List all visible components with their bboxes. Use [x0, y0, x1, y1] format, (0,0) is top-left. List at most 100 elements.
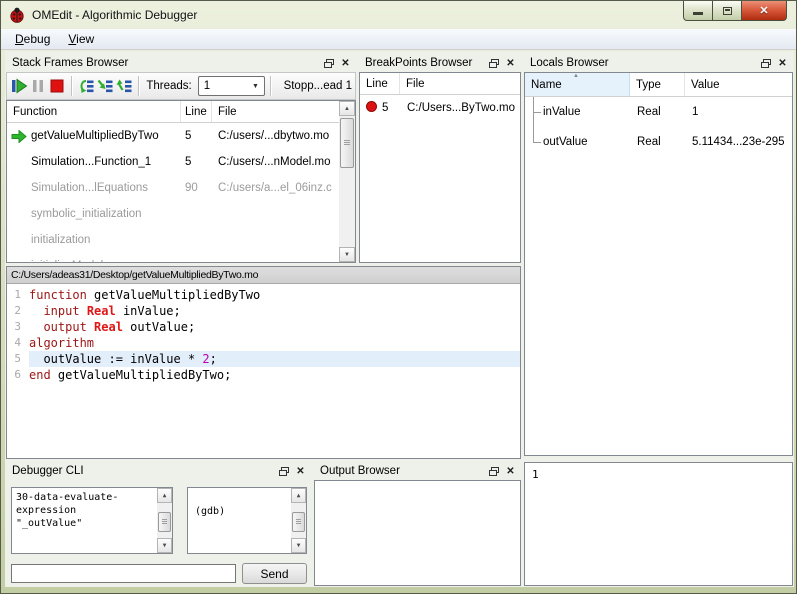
function-name: symbolic_initialization: [31, 208, 142, 220]
close-panel-button[interactable]: ✕: [502, 464, 519, 479]
output-browser-titlebar[interactable]: Output Browser ✕: [314, 462, 521, 480]
locals-row[interactable]: outValue Real 5.11434...23e-295: [525, 127, 792, 157]
column-value[interactable]: Value: [685, 73, 792, 96]
line-number[interactable]: 3: [7, 319, 29, 335]
locals-titlebar[interactable]: Locals Browser ✕: [524, 54, 793, 72]
close-panel-button[interactable]: ✕: [502, 56, 519, 71]
close-icon: ✕: [341, 57, 350, 69]
code-token: Real: [86, 304, 116, 318]
scroll-up-icon[interactable]: ▲: [157, 488, 172, 503]
line-number[interactable]: 4: [7, 335, 29, 351]
step-return-button[interactable]: [115, 74, 133, 98]
cli-command-input[interactable]: [11, 564, 236, 583]
code-editor[interactable]: C:/Users/adeas31/Desktop/getValueMultipl…: [6, 266, 521, 459]
stack-frames-scrollbar[interactable]: ▲ ▼: [339, 101, 355, 262]
code-token: outValue;: [122, 320, 196, 334]
stack-frame-row[interactable]: symbolic_initialization: [7, 201, 339, 227]
function-name: initialization: [31, 234, 91, 246]
maximize-button[interactable]: [713, 1, 741, 21]
sort-asc-icon: ▲: [573, 73, 579, 79]
scrollbar-thumb[interactable]: [158, 512, 171, 532]
scroll-up-icon[interactable]: ▲: [339, 101, 355, 116]
stack-frames-header: Function Line File: [7, 101, 339, 123]
minimize-button[interactable]: [683, 1, 713, 21]
code-token: 2: [202, 352, 210, 366]
close-icon: ✕: [296, 465, 305, 477]
column-line[interactable]: Line: [360, 73, 400, 94]
stack-frame-row[interactable]: Simulation...Function_1 5 C:/users/...nMod…: [7, 149, 339, 175]
close-icon: ✕: [506, 465, 515, 477]
scrollbar-thumb[interactable]: [340, 118, 354, 168]
float-icon: [488, 58, 499, 68]
step-return-icon: [116, 79, 132, 93]
interrupt-button[interactable]: [29, 74, 47, 98]
title-bar[interactable]: OMEdit - Algorithmic Debugger ✕: [1, 1, 796, 28]
threads-dropdown[interactable]: 1 ▼: [197, 76, 265, 96]
resume-button[interactable]: [10, 74, 28, 98]
column-function[interactable]: Function: [7, 101, 181, 122]
cli-command-log[interactable]: 30-data-evaluate-expression "_outValue" …: [11, 487, 173, 554]
toolbar-separator: [137, 76, 139, 96]
step-over-button[interactable]: [77, 74, 95, 98]
cli-response-log[interactable]: (gdb) ▲ ▼: [187, 487, 307, 554]
code-area[interactable]: 1 function getValueMultipliedByTwo 2 input…: [7, 284, 520, 458]
function-name: Simulation...lEquations: [31, 182, 148, 194]
stack-frames-titlebar[interactable]: Stack Frames Browser ✕: [6, 54, 356, 72]
float-button[interactable]: [320, 56, 337, 71]
code-token: ;: [209, 352, 217, 366]
line-number[interactable]: 2: [7, 303, 29, 319]
send-button[interactable]: Send: [242, 563, 307, 584]
debugger-cli-titlebar[interactable]: Debugger CLI ✕: [6, 462, 311, 480]
tree-trunk-line: [533, 97, 534, 142]
scroll-down-icon[interactable]: ▼: [157, 538, 172, 553]
scroll-up-icon[interactable]: ▲: [291, 488, 306, 503]
toolbar-separator: [71, 76, 72, 96]
code-token: output: [43, 320, 87, 334]
output-browser-body[interactable]: [314, 480, 521, 586]
line-number[interactable]: 1: [7, 287, 29, 303]
debugger-cli-body: 30-data-evaluate-expression "_outValue" …: [6, 480, 311, 586]
line-number[interactable]: 5: [7, 351, 29, 367]
close-panel-button[interactable]: ✕: [774, 56, 791, 71]
scroll-down-icon[interactable]: ▼: [291, 538, 306, 553]
column-file[interactable]: File: [400, 73, 520, 94]
scroll-down-icon[interactable]: ▼: [339, 247, 355, 262]
float-button[interactable]: [275, 464, 292, 479]
float-button[interactable]: [485, 464, 502, 479]
breakpoint-line-number: 5: [382, 102, 389, 114]
code-text: algorithm: [29, 335, 520, 351]
stack-frame-row[interactable]: getValueMultipliedByTwo 5 C:/users/...dbyt…: [7, 123, 339, 149]
float-button[interactable]: [757, 56, 774, 71]
column-type[interactable]: Type: [630, 73, 685, 96]
breakpoint-row[interactable]: 5 C:/Users...ByTwo.mo: [360, 95, 520, 121]
toolbar-separator: [269, 76, 271, 96]
menu-debug[interactable]: Debug: [6, 30, 59, 49]
evaluation-panel[interactable]: 1: [524, 462, 793, 586]
close-panel-button[interactable]: ✕: [292, 464, 309, 479]
cli-scrollbar[interactable]: ▲ ▼: [157, 488, 172, 553]
stack-frame-row[interactable]: Simulation...lEquations 90 C:/users/a...el…: [7, 175, 339, 201]
stack-frame-row[interactable]: initialization: [7, 227, 339, 253]
column-name[interactable]: ▲ Name: [525, 73, 630, 96]
menu-view[interactable]: View: [59, 30, 103, 49]
column-line[interactable]: Line: [181, 101, 212, 122]
cli-scrollbar[interactable]: ▲ ▼: [291, 488, 306, 553]
frame-file: C:/users/...dbytwo.mo: [218, 130, 330, 142]
close-button[interactable]: ✕: [741, 1, 787, 21]
code-token: input: [43, 304, 80, 318]
float-icon: [278, 466, 289, 476]
column-file[interactable]: File: [212, 101, 339, 122]
locals-title: Locals Browser: [530, 57, 609, 69]
line-number[interactable]: 6: [7, 367, 29, 383]
stack-frame-row[interactable]: initializeModel: [7, 253, 339, 262]
stop-button[interactable]: [48, 74, 66, 98]
debugger-status: Stopp...ead 1: [283, 80, 352, 92]
locals-row[interactable]: inValue Real 1: [525, 97, 792, 127]
breakpoints-titlebar[interactable]: BreakPoints Browser ✕: [359, 54, 521, 72]
scrollbar-thumb[interactable]: [292, 512, 305, 532]
breakpoints-title: BreakPoints Browser: [365, 57, 473, 69]
threads-value: 1: [203, 80, 211, 92]
float-button[interactable]: [485, 56, 502, 71]
step-into-button[interactable]: [96, 74, 114, 98]
close-panel-button[interactable]: ✕: [337, 56, 354, 71]
